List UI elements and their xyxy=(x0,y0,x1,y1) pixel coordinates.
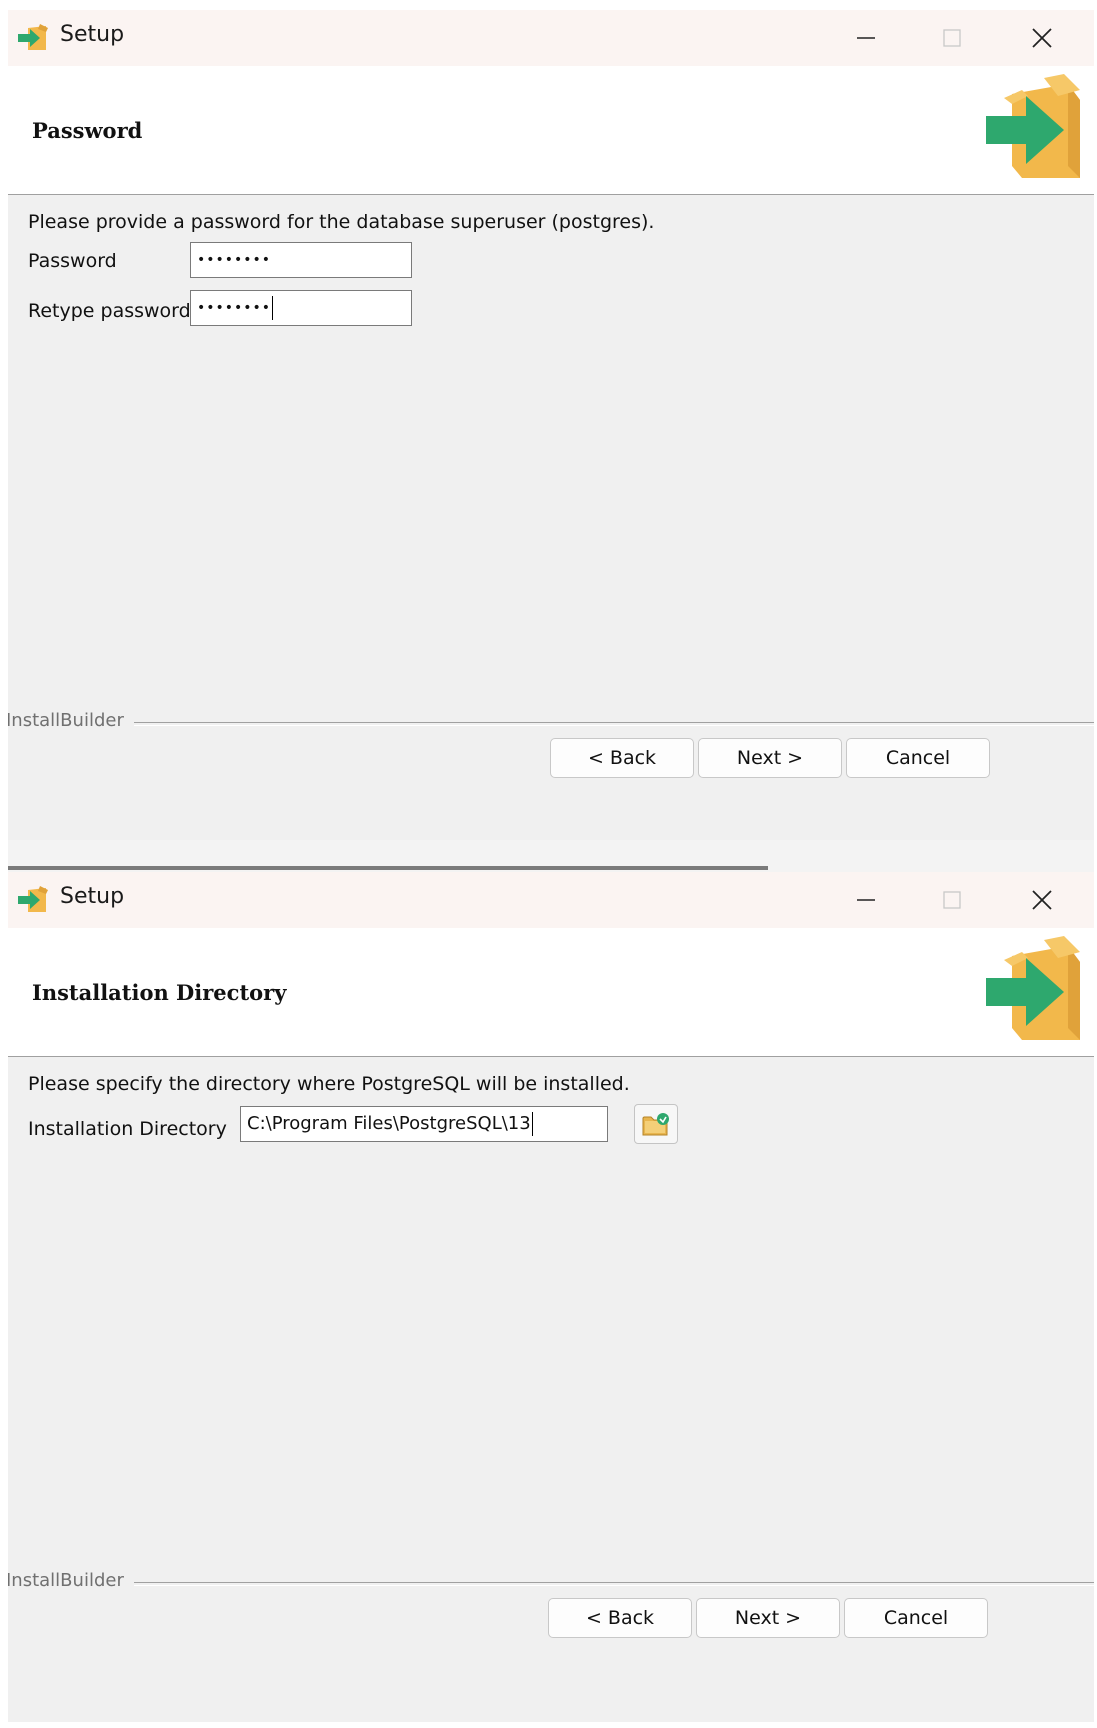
instruction-text: Please specify the directory where Postg… xyxy=(28,1073,630,1095)
minimize-icon xyxy=(857,37,875,39)
browse-button[interactable] xyxy=(634,1104,678,1144)
text-caret xyxy=(531,1112,533,1136)
minimize-button[interactable] xyxy=(826,10,906,66)
folder-browse-icon xyxy=(642,1113,669,1136)
back-button[interactable]: < Back xyxy=(548,1598,692,1638)
setup-window-password: Setup Password Please provide a password… xyxy=(8,10,1094,840)
retype-password-value: •••••••• xyxy=(197,300,272,316)
maximize-button[interactable] xyxy=(912,10,992,66)
back-button[interactable]: < Back xyxy=(550,738,694,778)
title-bar[interactable]: Setup xyxy=(8,10,1094,66)
installer-arrow-box-icon xyxy=(986,936,1080,1040)
maximize-icon xyxy=(943,29,961,47)
close-icon xyxy=(1032,28,1052,48)
page-header: Password xyxy=(8,66,1094,195)
installation-directory-field[interactable]: C:\Program Files\PostgreSQL\13 xyxy=(240,1106,608,1142)
background-edge xyxy=(8,866,768,870)
installer-arrow-box-icon xyxy=(18,886,48,912)
installer-arrow-box-icon xyxy=(986,74,1080,178)
password-value: •••••••• xyxy=(197,252,272,268)
title-bar[interactable]: Setup xyxy=(8,872,1094,928)
retype-password-label: Retype password xyxy=(28,300,191,322)
installation-directory-label: Installation Directory xyxy=(28,1118,227,1140)
next-button[interactable]: Next > xyxy=(696,1598,840,1638)
next-button[interactable]: Next > xyxy=(698,738,842,778)
page-title: Password xyxy=(32,118,143,143)
retype-password-field[interactable]: •••••••• xyxy=(190,290,412,326)
maximize-icon xyxy=(943,891,961,909)
minimize-icon xyxy=(857,899,875,901)
setup-window-installation-directory: Setup Installation Directory Please spec… xyxy=(8,872,1094,1722)
installation-directory-value: C:\Program Files\PostgreSQL\13 xyxy=(247,1113,531,1134)
footer-brand: InstallBuilder xyxy=(8,1570,134,1591)
footer-brand: InstallBuilder xyxy=(8,710,134,731)
installer-arrow-box-icon xyxy=(18,24,48,50)
window-title: Setup xyxy=(60,884,125,909)
password-label: Password xyxy=(28,250,117,272)
page-header: Installation Directory xyxy=(8,928,1094,1057)
password-field[interactable]: •••••••• xyxy=(190,242,412,278)
cancel-button[interactable]: Cancel xyxy=(846,738,990,778)
footer-divider xyxy=(8,722,1094,726)
close-button[interactable] xyxy=(1002,872,1082,928)
maximize-button[interactable] xyxy=(912,872,992,928)
window-title: Setup xyxy=(60,22,125,47)
cancel-button[interactable]: Cancel xyxy=(844,1598,988,1638)
text-caret xyxy=(272,296,274,320)
minimize-button[interactable] xyxy=(826,872,906,928)
close-button[interactable] xyxy=(1002,10,1082,66)
background-strip xyxy=(8,840,1094,872)
close-icon xyxy=(1032,890,1052,910)
footer-divider xyxy=(8,1582,1094,1586)
page-title: Installation Directory xyxy=(32,980,287,1005)
instruction-text: Please provide a password for the databa… xyxy=(28,211,655,233)
